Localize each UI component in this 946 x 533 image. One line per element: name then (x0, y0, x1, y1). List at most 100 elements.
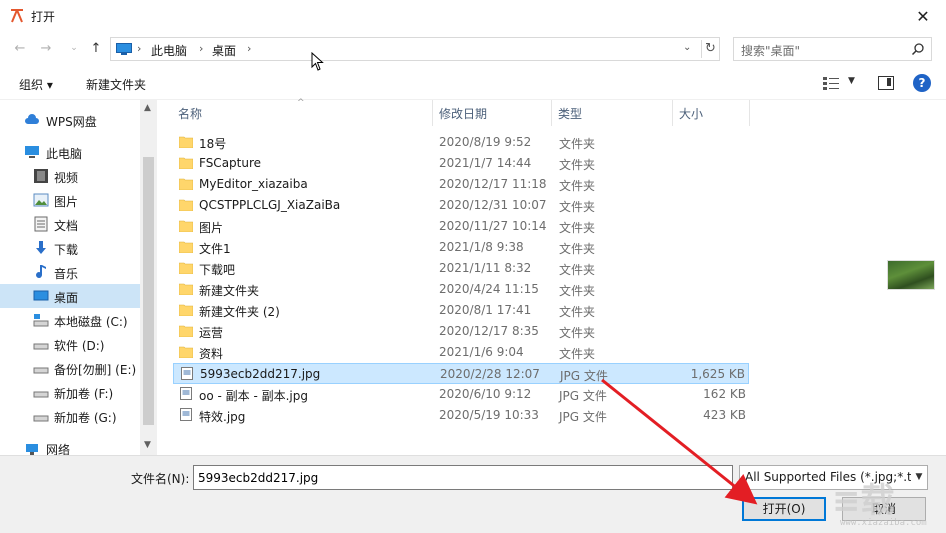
sidebar-item-this-pc[interactable]: 此电脑 (0, 140, 140, 164)
forward-button[interactable]: → (38, 40, 54, 56)
preview-pane-icon[interactable] (878, 76, 894, 90)
sidebar-item-network[interactable]: 网络 (0, 436, 140, 455)
column-divider[interactable] (672, 100, 673, 126)
file-date: 2020/6/10 9:12 (439, 387, 532, 401)
svg-text:≡载: ≡载 (832, 481, 895, 518)
address-bar[interactable]: › 此电脑 › 桌面 › ⌄ ↻ (110, 37, 720, 61)
file-date: 2020/5/19 10:33 (439, 408, 539, 422)
close-button[interactable]: ✕ (900, 0, 946, 32)
watermark: ≡载 www.xiazaiba.com (828, 478, 938, 530)
file-name: oo - 副本 - 副本.jpg (199, 389, 308, 403)
column-header-size[interactable]: 大小 (679, 105, 703, 122)
sidebar-item-downloads[interactable]: 下载 (0, 236, 140, 260)
mouse-cursor-icon (311, 52, 324, 71)
chevron-right-icon: › (199, 42, 204, 55)
video-icon (34, 169, 48, 183)
organize-button[interactable]: 组织 ▾ (19, 76, 53, 93)
scroll-down-icon[interactable]: ▼ (144, 440, 151, 450)
chevron-right-icon: › (137, 42, 142, 55)
file-type: 文件夹 (559, 137, 596, 151)
refresh-icon[interactable]: ↻ (701, 40, 719, 58)
close-icon: ✕ (916, 6, 930, 26)
navigation-pane: WPS网盘 此电脑 视频 图片 文档 下载 音乐 桌面 本地磁盘 (C:) 软件… (0, 100, 157, 455)
search-input[interactable]: 搜索"桌面" (733, 37, 932, 61)
file-type: 文件夹 (559, 284, 596, 298)
column-divider[interactable] (749, 100, 750, 126)
file-row[interactable]: oo - 副本 - 副本.jpg 2020/6/10 9:12 JPG 文件 162 … (173, 384, 749, 405)
sidebar-item-drive-d[interactable]: 软件 (D:) (0, 332, 140, 356)
file-row[interactable]: 5993ecb2dd217.jpg 2020/2/28 12:07 JPG 文件 1,… (173, 363, 749, 384)
music-icon (36, 265, 46, 279)
file-type: 文件夹 (559, 200, 596, 214)
file-name: 下载吧 (199, 263, 236, 277)
filename-input[interactable] (193, 465, 733, 490)
column-divider[interactable] (551, 100, 552, 126)
file-date: 2020/12/31 10:07 (439, 198, 547, 212)
column-header-date[interactable]: 修改日期 (439, 105, 487, 122)
view-list-icon[interactable] (823, 76, 839, 90)
file-row[interactable]: MyEditor_xiazaiba 2020/12/17 11:18 文件夹 (173, 174, 749, 195)
image-file-icon (181, 367, 193, 380)
arrow-right-icon: → (40, 40, 52, 56)
recent-dropdown[interactable]: ⌄ (66, 40, 82, 56)
file-row[interactable]: 新建文件夹 2020/4/24 11:15 文件夹 (173, 279, 749, 300)
folder-icon (179, 262, 193, 274)
view-dropdown-icon[interactable]: ▼ (848, 76, 855, 86)
back-button[interactable]: ← (12, 40, 28, 56)
file-date: 2021/1/6 9:04 (439, 345, 524, 359)
folder-icon (179, 136, 193, 148)
breadcrumb-this-pc[interactable]: 此电脑 (151, 42, 187, 59)
file-row[interactable]: 文件1 2021/1/8 9:38 文件夹 (173, 237, 749, 258)
file-type: JPG 文件 (559, 410, 607, 424)
folder-icon (179, 304, 193, 316)
watermark-logo-icon: ≡载 (832, 481, 895, 521)
sidebar-item-desktop[interactable]: 桌面 (0, 284, 140, 308)
search-icon (911, 43, 924, 56)
help-icon[interactable]: ? (913, 74, 931, 92)
column-divider[interactable] (432, 100, 433, 126)
file-row[interactable]: 资料 2021/1/6 9:04 文件夹 (173, 342, 749, 363)
sidebar-scrollbar[interactable]: ▲ ▼ (140, 100, 157, 455)
file-type: 文件夹 (559, 158, 596, 172)
scroll-up-icon[interactable]: ▲ (144, 103, 151, 113)
up-button[interactable]: ↑ (88, 40, 104, 56)
file-row[interactable]: 运营 2020/12/17 8:35 文件夹 (173, 321, 749, 342)
sidebar-item-music[interactable]: 音乐 (0, 260, 140, 284)
file-row[interactable]: 特效.jpg 2020/5/19 10:33 JPG 文件 423 KB (173, 405, 749, 426)
scrollbar-thumb[interactable] (143, 157, 154, 425)
breadcrumb-desktop[interactable]: 桌面 (212, 42, 236, 59)
new-folder-button[interactable]: 新建文件夹 (86, 76, 146, 93)
file-row[interactable]: 下载吧 2021/1/11 8:32 文件夹 (173, 258, 749, 279)
file-type: JPG 文件 (560, 369, 608, 383)
file-row[interactable]: QCSTPPLCLGJ_XiaZaiBa 2020/12/31 10:07 文件夹 (173, 195, 749, 216)
drive-icon (33, 343, 49, 350)
sidebar-item-drive-f[interactable]: 新加卷 (F:) (0, 380, 140, 404)
address-dropdown-icon[interactable]: ⌄ (683, 42, 691, 53)
chevron-right-icon: › (247, 42, 252, 55)
folder-icon (179, 325, 193, 337)
drive-icon (33, 415, 49, 422)
column-header-name[interactable]: 名称 (178, 105, 202, 122)
file-row[interactable]: 图片 2020/11/27 10:14 文件夹 (173, 216, 749, 237)
file-date: 2021/1/11 8:32 (439, 261, 532, 275)
title-bar: 打开 ✕ (0, 0, 946, 32)
sidebar-item-videos[interactable]: 视频 (0, 164, 140, 188)
sidebar-item-wps-cloud[interactable]: WPS网盘 (0, 108, 140, 132)
image-file-icon (180, 387, 192, 400)
drive-icon (33, 314, 49, 327)
sidebar-item-drive-g[interactable]: 新加卷 (G:) (0, 404, 140, 428)
file-row[interactable]: 新建文件夹 (2) 2020/8/1 17:41 文件夹 (173, 300, 749, 321)
sidebar-item-documents[interactable]: 文档 (0, 212, 140, 236)
file-row[interactable]: 18号 2020/8/19 9:52 文件夹 (173, 132, 749, 153)
file-row[interactable]: FSCapture 2021/1/7 14:44 文件夹 (173, 153, 749, 174)
chevron-down-icon: ⌄ (70, 43, 78, 53)
open-button[interactable]: 打开(O) (742, 497, 826, 521)
sidebar-item-pictures[interactable]: 图片 (0, 188, 140, 212)
sidebar-item-drive-e[interactable]: 备份[勿删] (E:) (0, 356, 140, 380)
filename-label: 文件名(N): (131, 472, 190, 486)
column-header-type[interactable]: 类型 (558, 105, 582, 122)
file-date: 2020/12/17 11:18 (439, 177, 547, 191)
file-size: 1,625 KB (690, 367, 745, 381)
sidebar-item-drive-c[interactable]: 本地磁盘 (C:) (0, 308, 140, 332)
download-icon (36, 241, 46, 254)
